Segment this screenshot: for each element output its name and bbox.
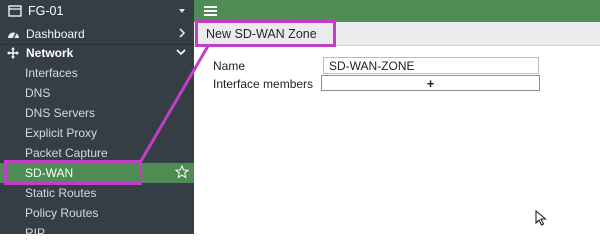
- sidebar-item-interfaces[interactable]: Interfaces: [0, 63, 194, 83]
- interface-members-label: Interface members: [213, 77, 314, 91]
- sidebar-item-label: Interfaces: [25, 66, 78, 80]
- network-icon: [6, 46, 20, 60]
- sidebar-item-label: Policy Routes: [25, 206, 99, 220]
- sidebar-item-label: Explicit Proxy: [25, 126, 98, 140]
- sidebar-item-label: DNS Servers: [25, 106, 96, 120]
- device-icon: [8, 5, 22, 17]
- chevron-right-icon: [178, 27, 186, 42]
- highlight-box-sd-wan: [4, 160, 142, 185]
- interface-members-add-button[interactable]: +: [321, 75, 540, 91]
- caret-down-icon[interactable]: [178, 5, 186, 19]
- sidebar-item-policy-routes[interactable]: Policy Routes: [0, 203, 194, 223]
- name-label: Name: [213, 59, 246, 73]
- sidebar: FG-01 Dashboard Network Interfaces DNS D…: [0, 0, 194, 234]
- sidebar-item-label: Network: [26, 46, 74, 60]
- sidebar-item-static-routes[interactable]: Static Routes: [0, 183, 194, 203]
- star-icon[interactable]: [174, 164, 190, 182]
- sidebar-item-label: Static Routes: [25, 186, 97, 200]
- hamburger-menu-icon[interactable]: [204, 5, 217, 20]
- sidebar-item-label: Packet Capture: [25, 146, 108, 160]
- mouse-cursor-icon: [535, 209, 547, 229]
- device-selector[interactable]: FG-01: [0, 0, 194, 22]
- sidebar-item-dns-servers[interactable]: DNS Servers: [0, 103, 194, 123]
- sidebar-item-dashboard[interactable]: Dashboard: [0, 24, 194, 44]
- sidebar-item-network[interactable]: Network: [0, 43, 194, 63]
- chevron-down-icon: [176, 46, 186, 61]
- sidebar-item-label: RIP: [25, 226, 46, 234]
- device-name: FG-01: [28, 4, 64, 18]
- dashboard-icon: [6, 27, 20, 41]
- highlight-box-title: [195, 20, 336, 47]
- sidebar-item-rip[interactable]: RIP: [0, 223, 194, 234]
- sidebar-item-dns[interactable]: DNS: [0, 83, 194, 103]
- top-bar: [194, 0, 600, 22]
- sidebar-item-explicit-proxy[interactable]: Explicit Proxy: [0, 123, 194, 143]
- name-input[interactable]: SD-WAN-ZONE: [323, 57, 539, 74]
- sidebar-item-label: Dashboard: [26, 27, 85, 41]
- sidebar-item-label: DNS: [25, 86, 51, 100]
